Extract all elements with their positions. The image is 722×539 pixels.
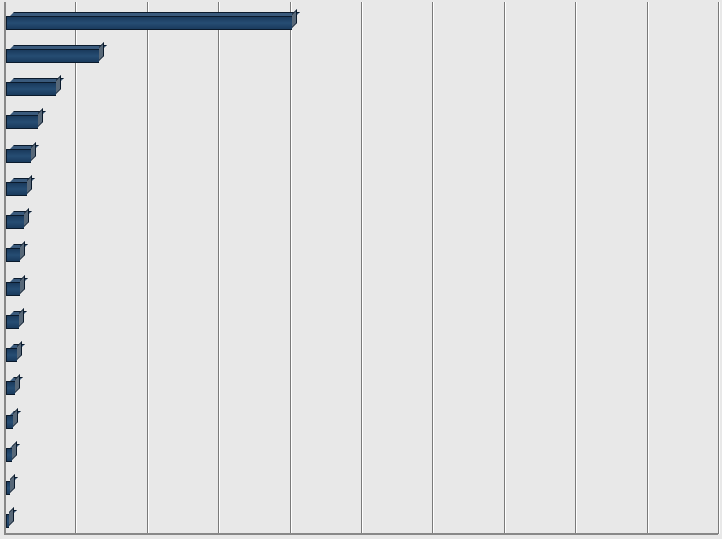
bar [6,111,44,129]
bar-front [6,415,13,429]
bar-side-face [20,275,25,294]
gridline [361,2,363,534]
bar-side-face [24,208,29,227]
bar [6,178,33,196]
bar [6,12,298,30]
x-axis-baseline [4,533,718,535]
gridline [147,2,149,534]
bar-front [6,348,17,362]
bar-side-face [27,175,32,194]
bar-side-face [99,42,104,61]
bar-side-face [38,108,43,127]
bar-front [6,381,15,395]
bar-side-face [9,507,14,526]
bar-side-face [20,241,25,260]
bar-front [6,149,31,163]
bar-front [6,282,20,296]
bar-side-face [31,142,36,161]
bar [6,411,19,429]
bar-side-face [12,441,17,460]
bar-front [6,481,10,495]
gridline [575,2,577,534]
gridline [218,2,220,534]
bar-side-face [17,341,22,360]
bar [6,377,21,395]
gridline [718,2,720,534]
bar-side-face [19,308,24,327]
bar-front [6,82,56,96]
bar-front [6,16,292,30]
bar-front [6,514,9,528]
bar [6,510,15,528]
bar-front [6,248,20,262]
bar-front [6,115,38,129]
bar-front [6,448,12,462]
bar [6,477,16,495]
bar-front [6,49,99,63]
bar-front [6,215,24,229]
bar-side-face [15,374,20,393]
gridline [432,2,434,534]
bar-side-face [13,408,18,427]
bar-side-face [10,474,15,493]
bar [6,244,26,262]
gridline [290,2,292,534]
bar [6,211,30,229]
bar [6,145,37,163]
bar-front [6,182,27,196]
gridline [504,2,506,534]
plot-area [2,2,720,537]
bar-side-face [56,75,61,94]
chart-area [2,2,720,537]
bar [6,444,18,462]
bar [6,78,62,96]
bar [6,278,26,296]
gridline [75,2,77,534]
bar-front [6,315,19,329]
bar [6,311,25,329]
gridline [647,2,649,534]
bar [6,45,105,63]
bar [6,344,23,362]
